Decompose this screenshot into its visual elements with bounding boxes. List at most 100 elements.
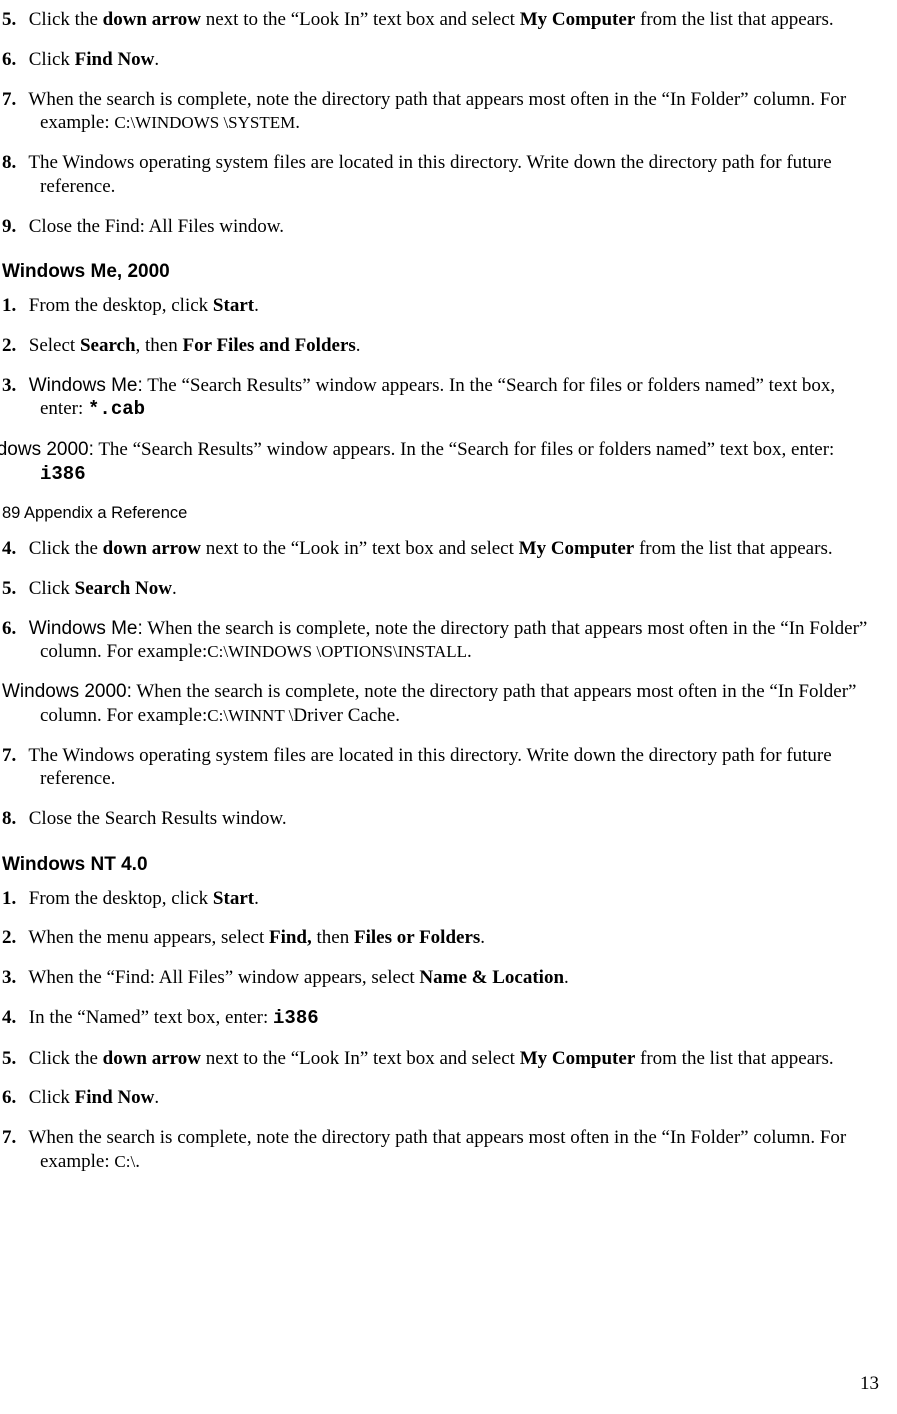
- path-text: C:\: [114, 1152, 135, 1171]
- step-number: 7.: [2, 744, 24, 768]
- step-text: .: [135, 1151, 140, 1172]
- step-text: .: [295, 112, 300, 133]
- step-text: Click: [29, 49, 75, 70]
- step-b7: 7. When the search is complete, note the…: [2, 1126, 879, 1174]
- bold-span: down arrow: [103, 9, 201, 30]
- bold-span: Files or Folders: [354, 927, 480, 948]
- step-text: .: [480, 927, 485, 948]
- bold-span: My Computer: [519, 538, 635, 559]
- step-text: .: [154, 1087, 159, 1108]
- path-text: C:\WINDOWS \OPTIONS\INSTALL: [207, 642, 467, 661]
- step-b4: 4. In the “Named” text box, enter: i386: [2, 1006, 879, 1031]
- step-text: The “Search Results” window appears. In …: [94, 439, 834, 460]
- step-a2: 2. Select Search, then For Files and Fol…: [2, 334, 879, 358]
- step-text: From the desktop, click: [29, 888, 213, 909]
- step-number: 3.: [2, 374, 24, 398]
- variant-label-2000: Windows 2000:: [2, 438, 94, 462]
- step-text: Driver Cache.: [293, 705, 400, 726]
- step-number: 1.: [2, 887, 24, 911]
- step-text: When the search is complete, note the di…: [28, 1127, 846, 1172]
- code-text: *.cab: [88, 398, 145, 420]
- step-text: Close the Find: All Files window.: [29, 216, 284, 237]
- path-text: C:\WINDOWS \SYSTEM: [114, 113, 295, 132]
- page-number: 13: [860, 1372, 879, 1396]
- step-text: .: [356, 335, 361, 356]
- step-a7: 7. The Windows operating system files ar…: [2, 744, 879, 792]
- step-a5: 5. Click Search Now.: [2, 577, 879, 601]
- step-number: 5.: [2, 1047, 24, 1071]
- step-text: from the list that appears.: [635, 9, 833, 30]
- step-b1: 1. From the desktop, click Start.: [2, 887, 879, 911]
- step-number: 6.: [2, 617, 24, 641]
- variant-label-me: Windows Me:: [29, 375, 143, 396]
- step-5-top: 5. Click the down arrow next to the “Loo…: [2, 8, 879, 32]
- step-text: Select: [29, 335, 80, 356]
- step-text: from the list that appears.: [635, 1048, 833, 1069]
- step-6-top: 6. Click Find Now.: [2, 48, 879, 72]
- step-text: .: [254, 295, 259, 316]
- step-text: then: [312, 927, 354, 948]
- step-text: When the menu appears, select: [28, 927, 269, 948]
- step-a8: 8. Close the Search Results window.: [2, 807, 879, 831]
- step-text: The “Search Results” window appears. In …: [40, 375, 835, 420]
- step-a6-me: 6. Windows Me: When the search is comple…: [2, 617, 879, 665]
- step-number: 3.: [2, 966, 24, 990]
- step-number: 2.: [2, 926, 24, 950]
- bold-span: My Computer: [520, 9, 636, 30]
- step-text: from the list that appears.: [634, 538, 832, 559]
- step-number: 5.: [2, 8, 24, 32]
- step-text: , then: [136, 335, 183, 356]
- section-title-me-2000: Windows Me, 2000: [2, 260, 879, 284]
- step-a3-2000: Windows 2000: The “Search Results” windo…: [2, 438, 879, 487]
- step-number: 6.: [2, 1086, 24, 1110]
- step-text: Close the Search Results window.: [29, 808, 287, 829]
- variant-label-me: Windows Me:: [29, 618, 143, 639]
- bold-span: Name & Location: [419, 967, 564, 988]
- step-text: Click: [29, 1087, 75, 1108]
- bold-span: down arrow: [103, 538, 201, 559]
- step-text: .: [564, 967, 569, 988]
- step-text: The Windows operating system files are l…: [28, 152, 831, 197]
- step-b6: 6. Click Find Now.: [2, 1086, 879, 1110]
- bold-span: down arrow: [103, 1048, 201, 1069]
- step-number: 1.: [2, 294, 24, 318]
- path-text: C:\WINNT \: [207, 706, 293, 725]
- step-text: Click the: [29, 538, 103, 559]
- step-a3-me: 3. Windows Me: The “Search Results” wind…: [2, 374, 879, 423]
- step-text: .: [154, 49, 159, 70]
- step-number: 8.: [2, 151, 24, 175]
- step-number: 8.: [2, 807, 24, 831]
- bold-span: For Files and Folders: [183, 335, 356, 356]
- bold-span: Find Now: [75, 49, 155, 70]
- step-text: next to the “Look in” text box and selec…: [201, 538, 519, 559]
- step-text: Click the: [29, 1048, 103, 1069]
- step-number: 2.: [2, 334, 24, 358]
- section-title-nt40: Windows NT 4.0: [2, 853, 879, 877]
- step-text: next to the “Look In” text box and selec…: [201, 9, 520, 30]
- step-text: next to the “Look In” text box and selec…: [201, 1048, 520, 1069]
- step-b2: 2. When the menu appears, select Find, t…: [2, 926, 879, 950]
- bold-span: Start: [213, 295, 254, 316]
- step-a6-2000: Windows 2000: When the search is complet…: [2, 680, 879, 728]
- bold-span: Search Now: [75, 578, 172, 599]
- step-text: When the “Find: All Files” window appear…: [28, 967, 419, 988]
- step-b3: 3. When the “Find: All Files” window app…: [2, 966, 879, 990]
- step-number: 9.: [2, 215, 24, 239]
- step-text: From the desktop, click: [29, 295, 213, 316]
- bold-span: Find Now: [75, 1087, 155, 1108]
- step-7-top: 7. When the search is complete, note the…: [2, 88, 879, 136]
- code-text: i386: [273, 1007, 319, 1029]
- bold-span: Search: [80, 335, 136, 356]
- step-9-top: 9. Close the Find: All Files window.: [2, 215, 879, 239]
- bold-span: My Computer: [520, 1048, 636, 1069]
- step-a4: 4. Click the down arrow next to the “Loo…: [2, 537, 879, 561]
- step-a1: 1. From the desktop, click Start.: [2, 294, 879, 318]
- step-text: When the search is complete, note the di…: [40, 681, 856, 726]
- appendix-reference: 89 Appendix a Reference: [2, 503, 879, 524]
- step-number: 5.: [2, 577, 24, 601]
- step-text: Click: [29, 578, 75, 599]
- step-text: .: [254, 888, 259, 909]
- step-number: 6.: [2, 48, 24, 72]
- step-number: 4.: [2, 537, 24, 561]
- step-number: 7.: [2, 88, 24, 112]
